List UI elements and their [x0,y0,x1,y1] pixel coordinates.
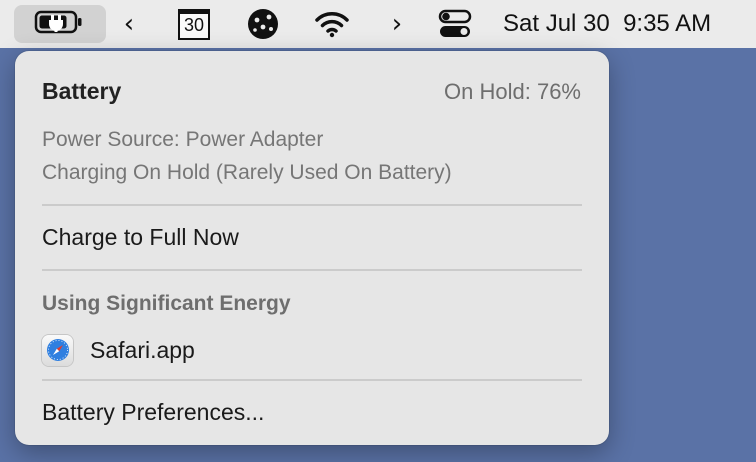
calendar-icon[interactable]: 30 [176,0,212,48]
battery-menu: Battery On Hold: 76% Power Source: Power… [15,51,609,445]
wifi-icon[interactable] [312,0,352,48]
app-name: Safari.app [90,336,195,363]
app-item-safari[interactable]: Safari.app [42,332,195,368]
menu-separator [42,269,582,271]
menubar-clock[interactable]: Sat Jul 30 9:35 AM [503,0,711,48]
menu-separator [42,204,582,206]
battery-status-button[interactable] [14,5,106,43]
menu-separator [42,379,582,381]
battery-status-text: On Hold: 76% [444,79,581,104]
control-center-icon[interactable] [437,0,473,48]
charge-to-full-button[interactable]: Charge to Full Now [42,224,239,251]
calendar-day: 30 [183,15,205,35]
charging-state-text: Charging On Hold (Rarely Used On Battery… [42,161,452,184]
menu-bar: ‹ 30 › Sat Jul 30 9:35 AM [0,0,756,48]
clock-text: Sat Jul 30 9:35 AM [503,10,712,37]
safari-compass-icon [42,334,73,366]
globe-icon[interactable] [245,0,281,48]
power-source-text: Power Source: Power Adapter [42,128,324,151]
energy-section-heading: Using Significant Energy [42,292,291,315]
chevron-right-icon[interactable]: › [384,0,410,48]
chevron-left-icon[interactable]: ‹ [116,0,142,48]
battery-preferences-button[interactable]: Battery Preferences... [42,399,264,426]
menu-title: Battery [42,78,122,104]
battery-charging-icon [34,9,86,40]
